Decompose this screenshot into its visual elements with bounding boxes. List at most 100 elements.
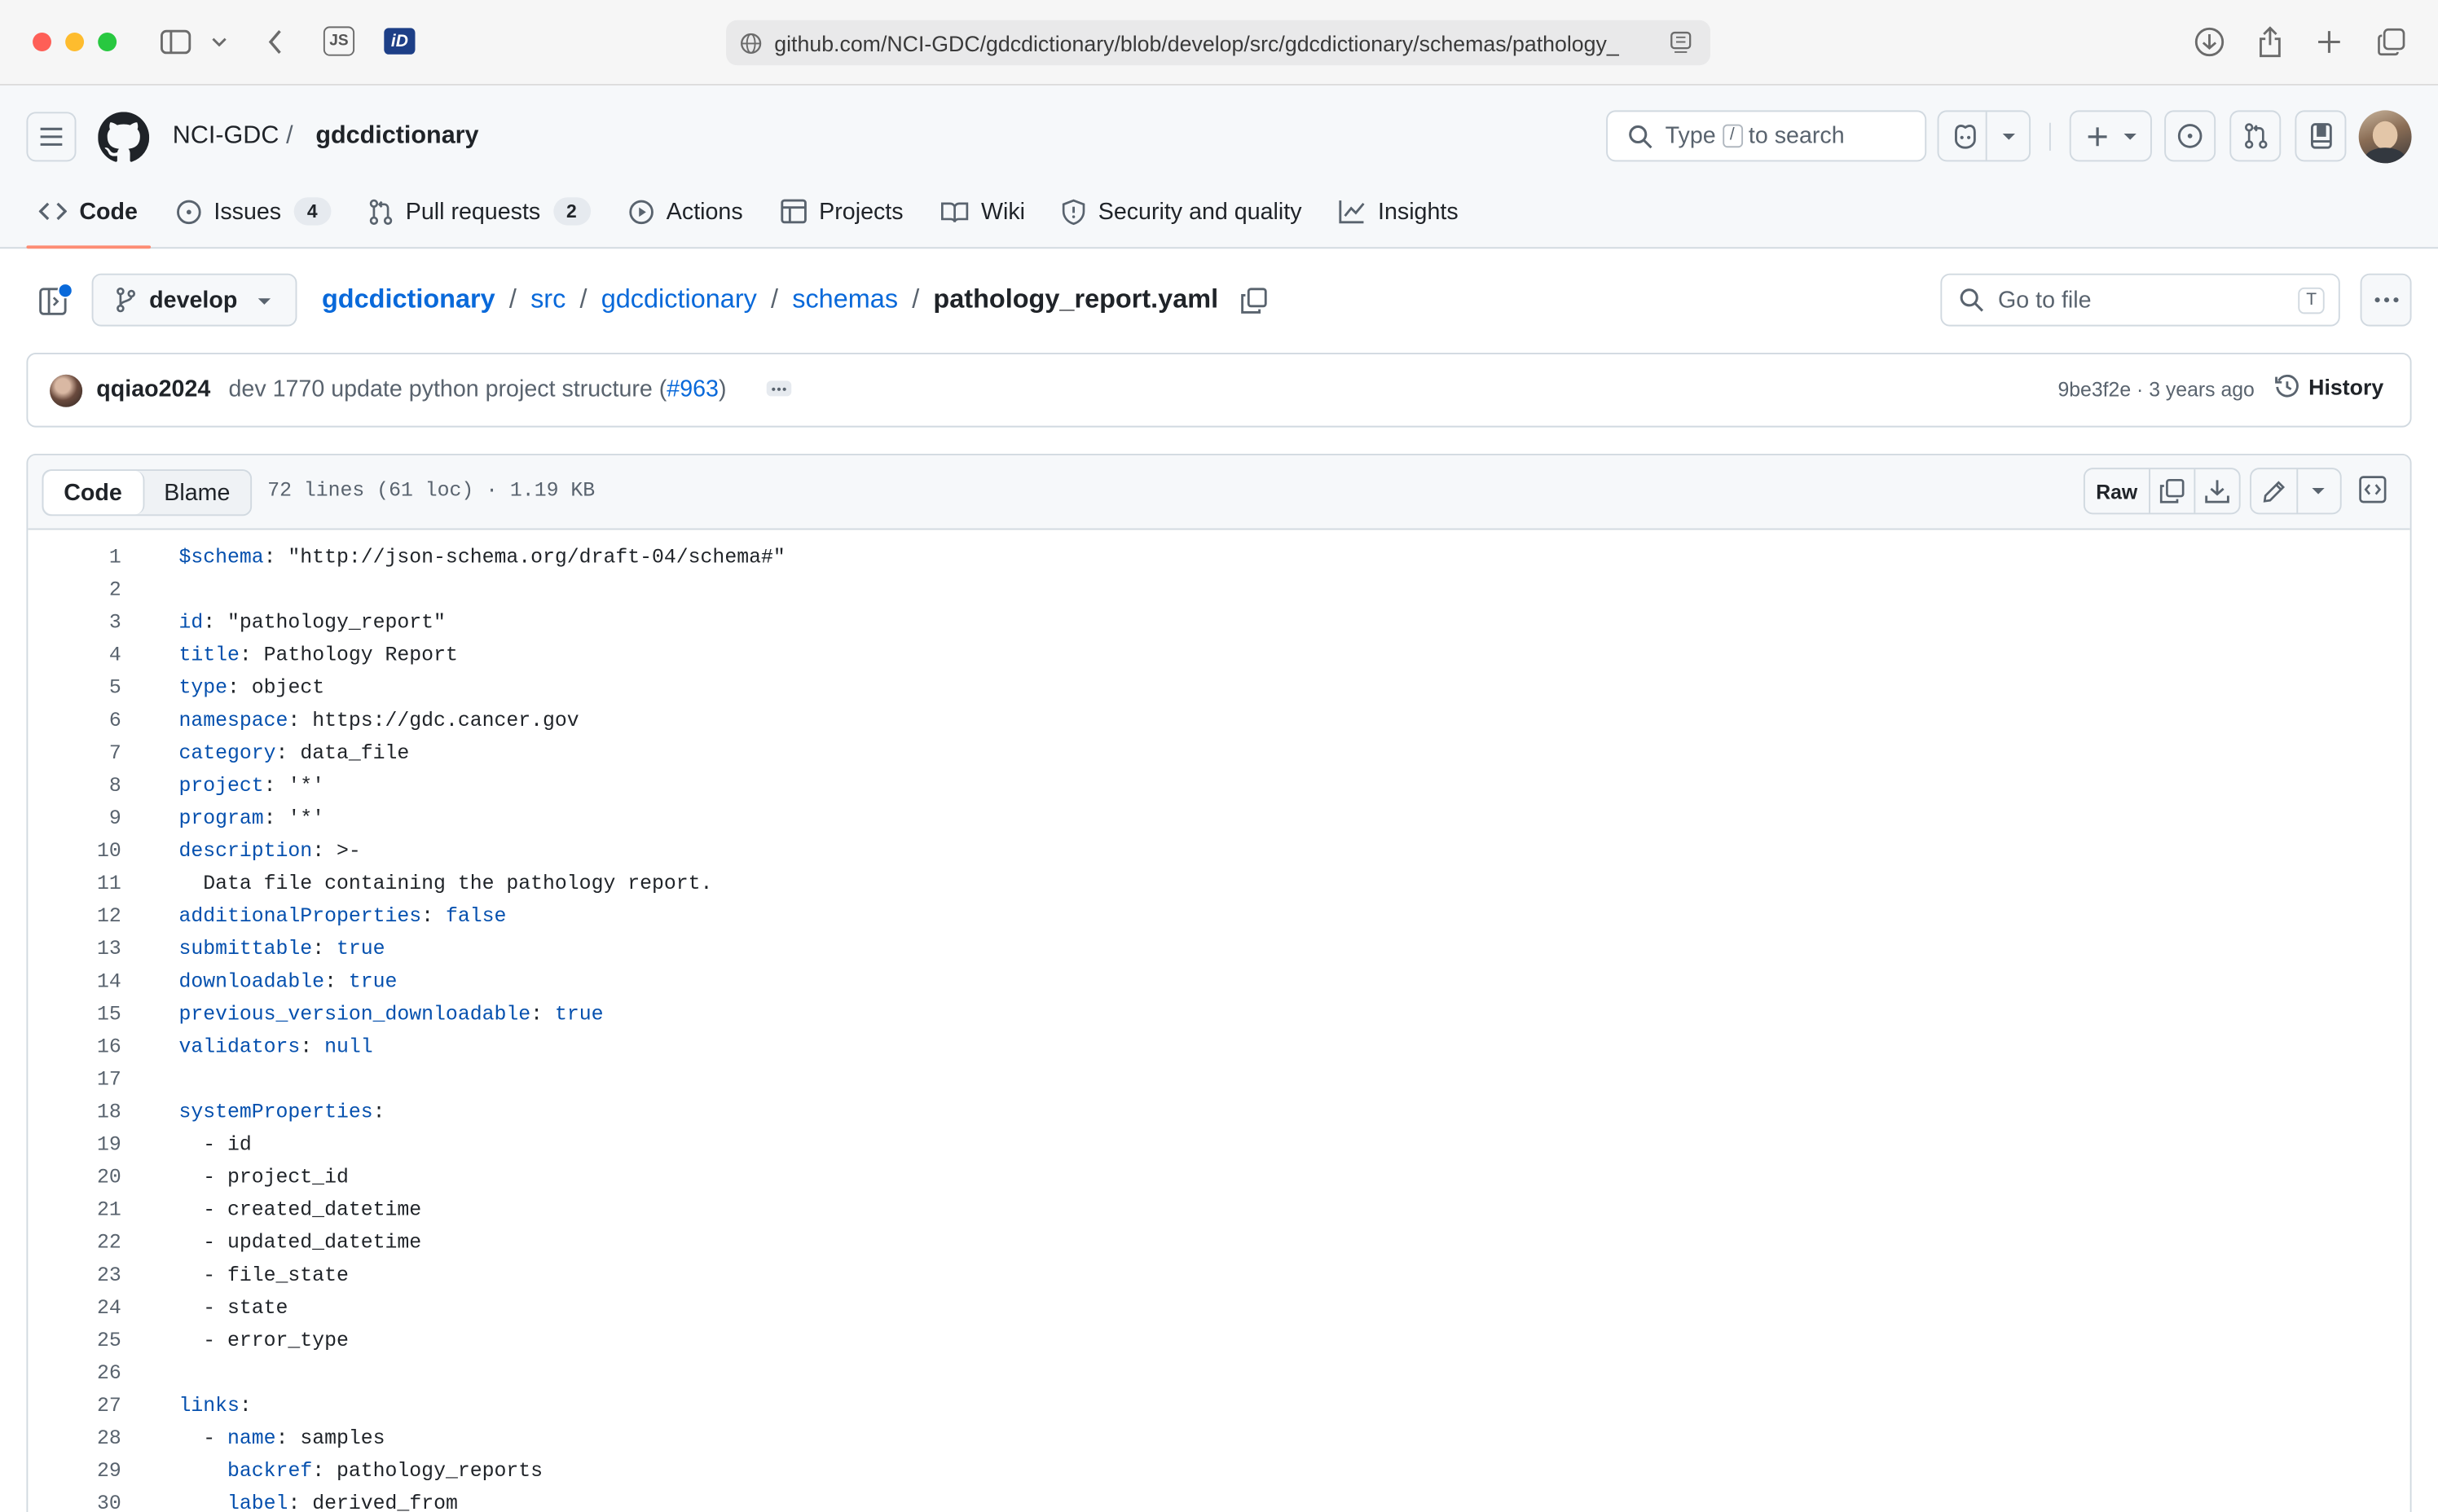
menu-button[interactable] [26,112,77,162]
back-arrow-icon[interactable] [262,22,289,63]
line-number[interactable]: 24 [28,1291,121,1324]
line-number[interactable]: 6 [28,704,121,736]
code-line: validators: null [178,1031,372,1063]
breadcrumb-src[interactable]: src [530,284,565,315]
line-number[interactable]: 9 [28,802,121,834]
edit-menu-button[interactable] [2298,469,2340,512]
code-key: downloadable [178,969,325,993]
line-number[interactable]: 18 [28,1096,121,1128]
line-number[interactable]: 5 [28,671,121,704]
author-avatar[interactable] [50,374,83,407]
line-number[interactable]: 8 [28,769,121,802]
copilot-button[interactable] [1937,110,2031,162]
copy-icon [1240,287,1266,313]
downloads-icon[interactable] [2191,22,2229,63]
tab-overview-icon[interactable] [2374,22,2409,63]
line-number[interactable]: 2 [28,574,121,606]
line-number[interactable]: 28 [28,1422,121,1454]
line-number[interactable]: 23 [28,1259,121,1291]
tab-label: Projects [819,198,904,225]
blame-view-button[interactable]: Blame [144,471,251,514]
copy-path-button[interactable] [1240,287,1266,313]
history-button[interactable]: History [2274,375,2383,399]
share-icon[interactable] [2253,22,2287,63]
sidebar-toggle-icon[interactable] [157,22,195,63]
code-line: Data file containing the pathology repor… [178,867,712,899]
create-new-button[interactable] [2069,110,2152,162]
tab-wiki[interactable]: Wiki [928,176,1037,248]
address-bar[interactable]: github.com/NCI-GDC/gdcdictionary/blob/de… [726,20,1710,66]
line-number[interactable]: 22 [28,1226,121,1259]
issues-button[interactable] [2164,110,2216,162]
breadcrumb-repo[interactable]: gdcdictionary [322,284,495,315]
expand-commit-message-button[interactable] [766,380,792,397]
line-number[interactable]: 11 [28,867,121,899]
js-extension-button[interactable]: JS [323,26,355,56]
plus-icon [2088,127,2107,147]
line-number[interactable]: 7 [28,736,121,769]
github-logo-icon[interactable] [98,112,150,170]
download-raw-button[interactable] [2195,469,2239,512]
search-input[interactable]: Type / to search [1606,110,1927,162]
id-extension-button[interactable]: iD [384,28,416,55]
edit-file-button[interactable] [2251,469,2299,513]
breadcrumb-filename: pathology_report.yaml [933,284,1219,314]
tab-actions[interactable]: Actions [615,176,755,248]
close-window-button[interactable] [33,33,51,51]
commit-author-link[interactable]: qqiao2024 [96,376,210,402]
zoom-window-button[interactable] [98,33,117,51]
tab-pull-requests[interactable]: Pull requests 2 [356,176,603,248]
line-number[interactable]: 30 [28,1487,121,1512]
commit-pr-link[interactable]: #963 [667,376,719,402]
line-number[interactable]: 4 [28,639,121,671]
line-number[interactable]: 12 [28,899,121,932]
commit-hash-link[interactable]: 9be3f2e [2057,378,2131,402]
line-number[interactable]: 26 [28,1356,121,1389]
line-number[interactable]: 25 [28,1324,121,1356]
browser-toolbar: JS iD github.com/NCI-GDC/gdcdictionary/b… [0,0,2438,86]
line-number[interactable]: 10 [28,834,121,867]
branch-selector[interactable]: develop [91,273,297,327]
symbols-panel-button[interactable] [2359,476,2387,512]
code-value: : [239,1394,252,1418]
line-number[interactable]: 29 [28,1454,121,1487]
line-number[interactable]: 21 [28,1193,121,1226]
code-value: - file_state [178,1263,349,1287]
repo-owner-link[interactable]: NCI-GDC [173,123,279,151]
inbox-button[interactable] [2295,110,2347,162]
more-options-button[interactable] [2360,273,2412,327]
tab-security[interactable]: Security and quality [1050,176,1314,248]
line-number[interactable]: 20 [28,1161,121,1193]
line-number[interactable]: 1 [28,541,121,574]
reader-icon[interactable] [1670,31,1692,55]
line-number[interactable]: 17 [28,1063,121,1096]
line-number[interactable]: 27 [28,1389,121,1422]
line-number[interactable]: 14 [28,965,121,998]
commit-message[interactable]: dev 1770 update python project structure… [228,376,726,402]
breadcrumb-gdcdictionary[interactable]: gdcdictionary [601,284,757,315]
tab-issues[interactable]: Issues 4 [162,176,343,248]
code-view-button[interactable]: Code [43,470,144,515]
go-to-file-input[interactable]: Go to file T [1940,273,2340,327]
copy-raw-button[interactable] [2150,469,2196,513]
line-number[interactable]: 19 [28,1128,121,1161]
user-avatar[interactable] [2358,110,2412,164]
repo-name-link[interactable]: gdcdictionary [315,123,478,151]
line-number[interactable]: 15 [28,998,121,1031]
minimize-window-button[interactable] [65,33,85,51]
line-number[interactable]: 16 [28,1031,121,1063]
tab-projects[interactable]: Projects [768,176,916,248]
raw-button[interactable]: Raw [2085,469,2150,513]
code-literal: true [554,1002,604,1026]
tab-insights[interactable]: Insights [1327,176,1471,248]
tab-code[interactable]: Code [26,176,150,249]
chevron-down-icon[interactable] [209,22,231,63]
search-shortcut-key: / [1722,124,1743,148]
code-value: : [530,1002,555,1026]
line-number[interactable]: 13 [28,933,121,965]
code-key: type [178,675,228,700]
pull-requests-button[interactable] [2229,110,2282,162]
line-number[interactable]: 3 [28,606,121,639]
new-tab-icon[interactable] [2312,22,2346,63]
breadcrumb-schemas[interactable]: schemas [792,284,898,315]
